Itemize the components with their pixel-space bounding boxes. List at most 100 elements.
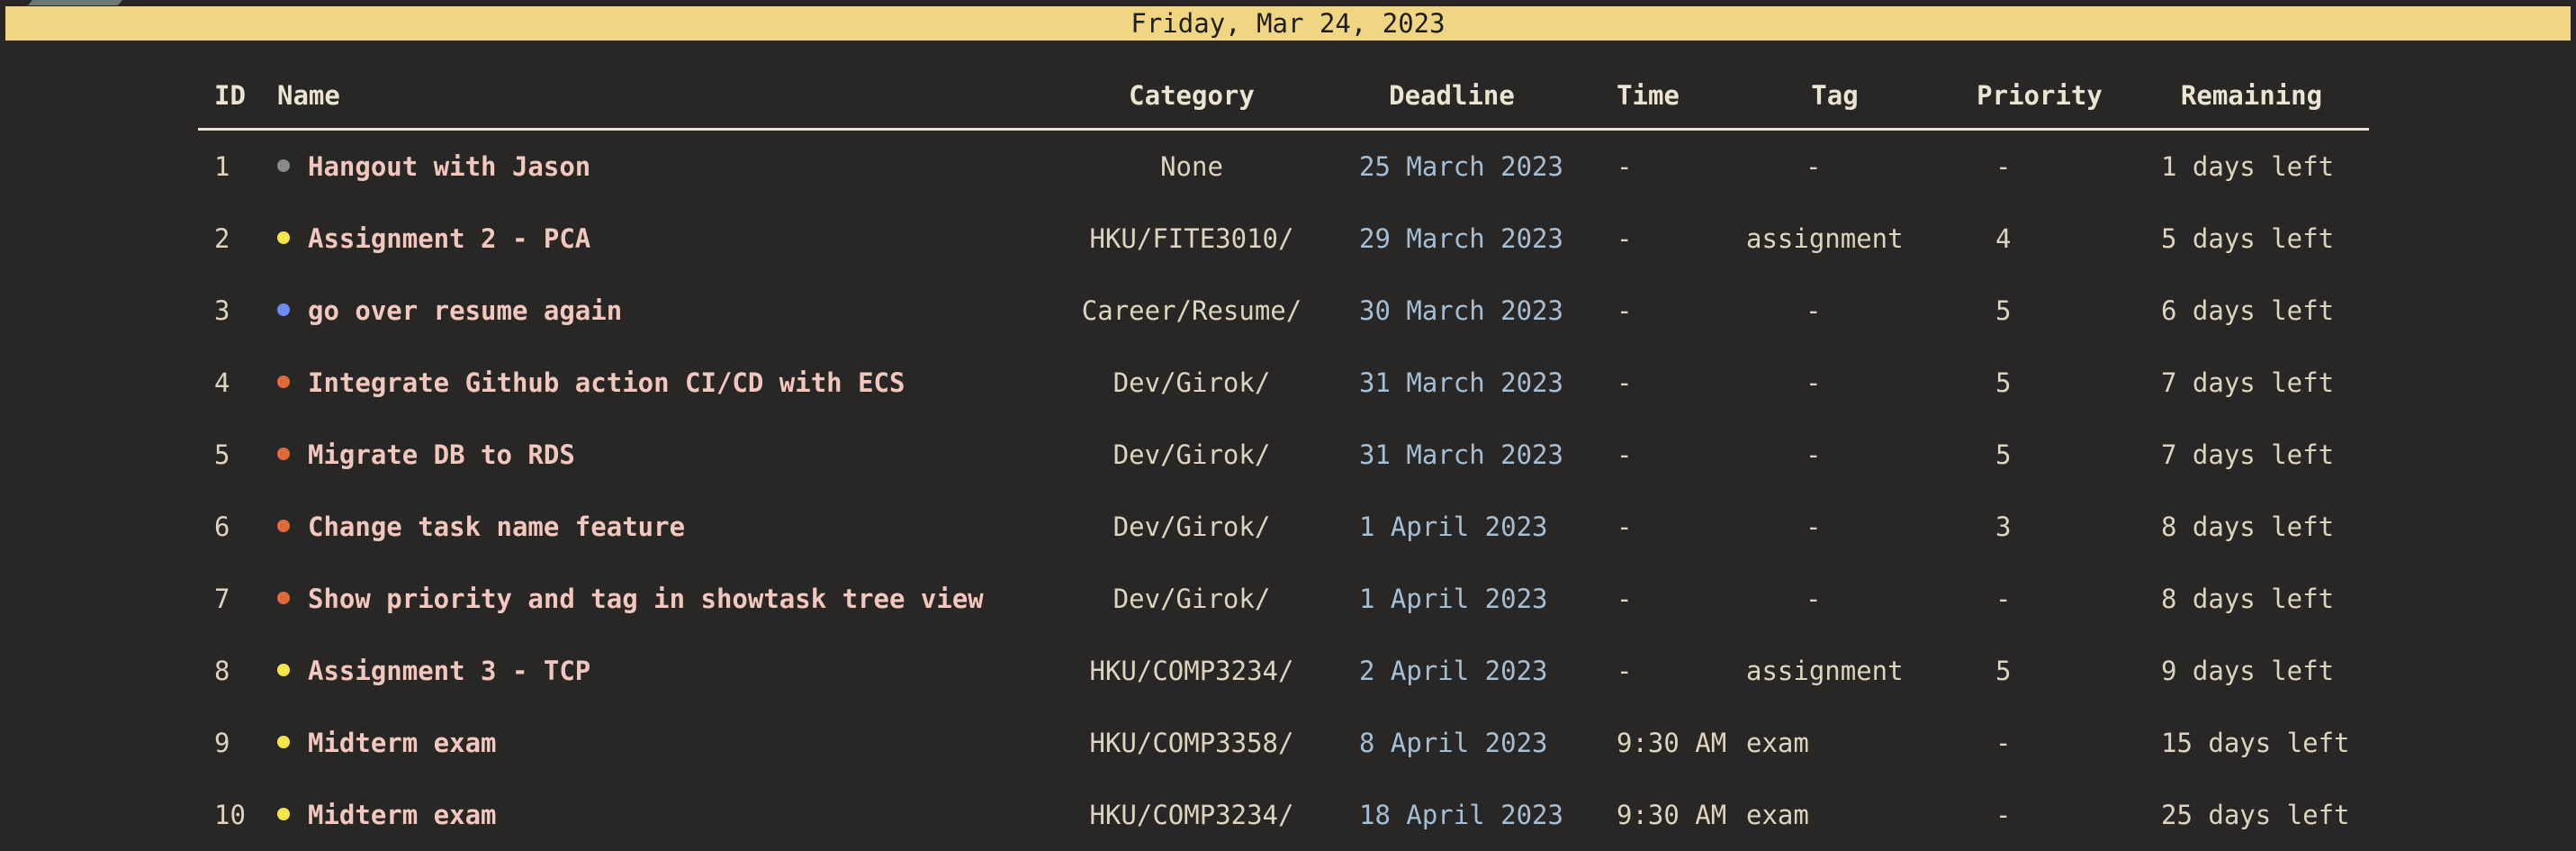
task-category: None [1051, 130, 1332, 204]
task-remaining: 8 days left [2134, 563, 2369, 635]
column-header-id: ID [198, 63, 277, 130]
task-row[interactable]: 2Assignment 2 - PCAHKU/FITE3010/29 March… [198, 203, 2369, 275]
task-name: Midterm exam [308, 800, 497, 830]
task-row[interactable]: 9Midterm examHKU/COMP3358/8 April 20239:… [198, 707, 2369, 779]
task-remaining: 6 days left [2134, 275, 2369, 347]
task-name: go over resume again [308, 295, 622, 326]
task-deadline: 29 March 2023 [1332, 203, 1572, 275]
task-category: HKU/COMP3234/ [1051, 779, 1332, 851]
task-id: 3 [198, 275, 277, 347]
task-remaining: 1 days left [2134, 130, 2369, 204]
task-remaining: 5 days left [2134, 203, 2369, 275]
task-name-cell: Migrate DB to RDS [277, 419, 1051, 491]
column-header-priority: Priority [1945, 63, 2134, 130]
task-name-cell: go over resume again [277, 275, 1051, 347]
category-color-dot-icon [277, 159, 290, 172]
task-deadline: 8 April 2023 [1332, 707, 1572, 779]
task-time: - [1572, 491, 1725, 563]
task-priority: 5 [1945, 275, 2134, 347]
task-name: Change task name feature [308, 512, 685, 542]
task-tag: assignment [1725, 635, 1945, 707]
task-remaining: 25 days left [2134, 779, 2369, 851]
task-category: Dev/Girok/ [1051, 563, 1332, 635]
task-remaining: 7 days left [2134, 419, 2369, 491]
task-time: 9:30 AM [1572, 779, 1725, 851]
column-header-tag: Tag [1725, 63, 1945, 130]
task-name-cell: Integrate Github action CI/CD with ECS [277, 347, 1051, 419]
task-name: Midterm exam [308, 728, 497, 758]
category-color-dot-icon [277, 592, 290, 604]
task-row[interactable]: 10Midterm examHKU/COMP3234/18 April 2023… [198, 779, 2369, 851]
task-deadline: 18 April 2023 [1332, 779, 1572, 851]
task-name-cell: Midterm exam [277, 707, 1051, 779]
task-tag: exam [1725, 779, 1945, 851]
category-color-dot-icon [277, 376, 290, 388]
task-time: - [1572, 347, 1725, 419]
task-row[interactable]: 5Migrate DB to RDSDev/Girok/31 March 202… [198, 419, 2369, 491]
task-remaining: 9 days left [2134, 635, 2369, 707]
task-deadline: 2 April 2023 [1332, 635, 1572, 707]
task-priority: 5 [1945, 419, 2134, 491]
task-row[interactable]: 7Show priority and tag in showtask tree … [198, 563, 2369, 635]
task-name-cell: Show priority and tag in showtask tree v… [277, 563, 1051, 635]
task-name-cell: Change task name feature [277, 491, 1051, 563]
task-remaining: 15 days left [2134, 707, 2369, 779]
task-id: 7 [198, 563, 277, 635]
category-color-dot-icon [277, 448, 290, 460]
task-row[interactable]: 4 Integrate Github action CI/CD with ECS D… [198, 347, 2369, 419]
category-color-dot-icon [277, 808, 290, 820]
category-color-dot-icon [277, 664, 290, 676]
task-row[interactable]: 1Hangout with JasonNone25 March 2023---1… [198, 130, 2369, 204]
task-deadline: 1 April 2023 [1332, 563, 1572, 635]
task-row[interactable]: 8Assignment 3 - TCPHKU/COMP3234/2 April … [198, 635, 2369, 707]
task-time: - [1572, 203, 1725, 275]
task-name: Hangout with Jason [308, 151, 590, 182]
task-row[interactable]: 3go over resume againCareer/Resume/30 Ma… [198, 275, 2369, 347]
task-time: - [1572, 275, 1725, 347]
task-priority: - [1945, 130, 2134, 204]
column-header-category: Category [1051, 63, 1332, 130]
task-name: Integrate Github action CI/CD with ECS [308, 367, 905, 398]
task-table-body: 1Hangout with JasonNone25 March 2023---1… [198, 130, 2369, 851]
column-header-name: Name [277, 63, 1051, 130]
category-color-dot-icon [277, 231, 290, 244]
column-header-remaining: Remaining [2134, 63, 2369, 130]
task-priority: 3 [1945, 491, 2134, 563]
task-category: Dev/Girok/ [1051, 419, 1332, 491]
task-id: 1 [198, 130, 277, 204]
task-deadline: 25 March 2023 [1332, 130, 1572, 204]
task-deadline: 31 March 2023 [1332, 347, 1572, 419]
task-tag: assignment [1725, 203, 1945, 275]
category-color-dot-icon [277, 303, 290, 316]
task-name-cell: Midterm exam [277, 779, 1051, 851]
task-time: - [1572, 563, 1725, 635]
column-header-time: Time [1572, 63, 1725, 130]
task-id: 4 [198, 347, 277, 419]
task-priority: - [1945, 779, 2134, 851]
task-deadline: 31 March 2023 [1332, 419, 1572, 491]
table-header-row: ID Name Category Deadline Time Tag Prior… [198, 63, 2369, 130]
column-header-deadline: Deadline [1332, 63, 1572, 130]
task-tag: - [1725, 275, 1945, 347]
date-header-bar: Friday, Mar 24, 2023 [5, 6, 2571, 41]
task-name-cell: Assignment 2 - PCA [277, 203, 1051, 275]
task-remaining: 7 days left [2134, 347, 2369, 419]
task-name: Assignment 3 - TCP [308, 656, 590, 686]
task-category: HKU/FITE3010/ [1051, 203, 1332, 275]
task-category: Dev/Girok/ [1051, 347, 1332, 419]
task-name: Assignment 2 - PCA [308, 223, 590, 254]
task-tag: - [1725, 347, 1945, 419]
task-category: Dev/Girok/ [1051, 491, 1332, 563]
task-tag: - [1725, 130, 1945, 204]
task-priority: 5 [1945, 635, 2134, 707]
task-tag: exam [1725, 707, 1945, 779]
task-category: Career/Resume/ [1051, 275, 1332, 347]
task-id: 5 [198, 419, 277, 491]
task-row[interactable]: 6Change task name featureDev/Girok/1 Apr… [198, 491, 2369, 563]
task-id: 9 [198, 707, 277, 779]
task-category: HKU/COMP3358/ [1051, 707, 1332, 779]
window-corner-decoration [28, 0, 127, 5]
task-priority: 5 [1945, 347, 2134, 419]
category-color-dot-icon [277, 736, 290, 748]
task-name-cell: Assignment 3 - TCP [277, 635, 1051, 707]
